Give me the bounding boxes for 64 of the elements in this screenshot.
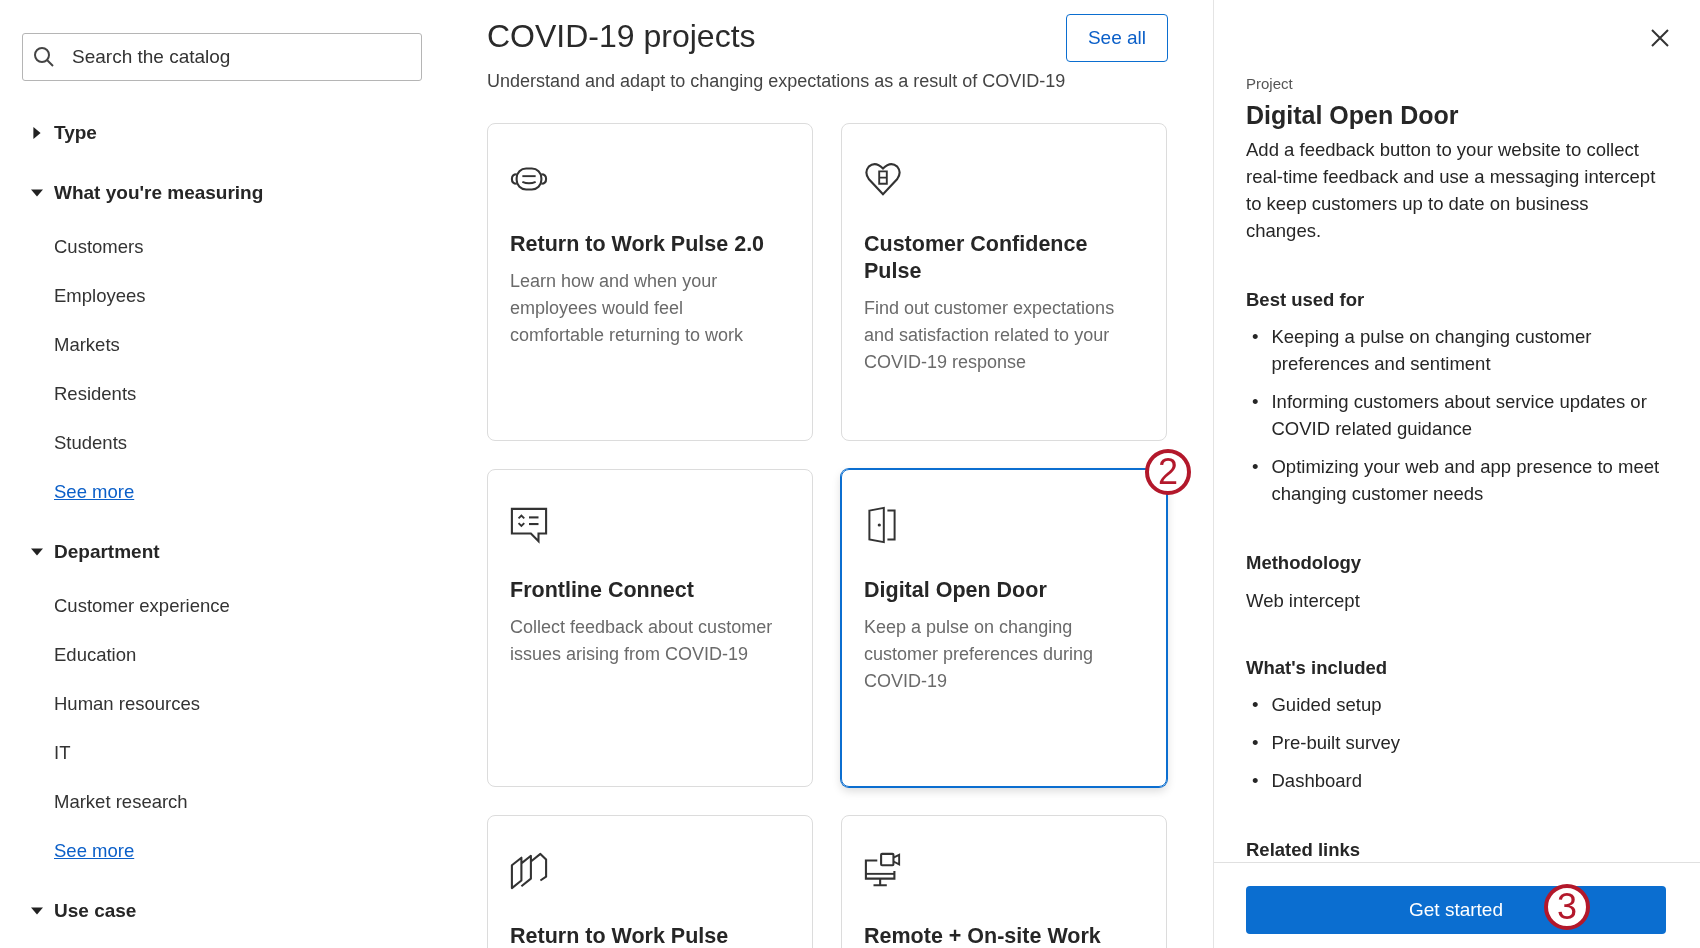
caret-icon bbox=[31, 904, 43, 917]
card-description: Collect feedback about customer issues arising from COVID-19 bbox=[510, 616, 774, 666]
project-card[interactable]: Remote + On-site Work bbox=[841, 815, 1167, 948]
filter-option[interactable]: Residents bbox=[22, 369, 440, 418]
card-description: Find out customer expectations and satisfaction related to your COVID-19 response bbox=[864, 297, 1116, 374]
filter-option[interactable]: Students bbox=[22, 418, 440, 467]
bullet: • bbox=[1252, 731, 1259, 755]
panel-title: Digital Open Door bbox=[1246, 101, 1460, 130]
bullet: • bbox=[1252, 693, 1259, 717]
filter-option[interactable]: Customer experience bbox=[22, 581, 440, 630]
caret-icon bbox=[31, 545, 43, 558]
see-all-button[interactable]: See all bbox=[1066, 14, 1168, 62]
filter-header[interactable]: Type bbox=[22, 108, 97, 157]
list-item: Informing customers about service updates or COVID related guidance bbox=[1271, 390, 1648, 441]
step-marker: 2 bbox=[1145, 449, 1191, 495]
card-description: Learn how and when your employees would feel comfortable returning to work bbox=[510, 270, 745, 347]
bullet: • bbox=[1252, 390, 1259, 414]
panel-description: Add a feedback button to your website to collect real-time feedback and use a messaging intercept to keep customers up to date on business changes. bbox=[1246, 138, 1657, 243]
list-item: Guided setup bbox=[1271, 693, 1382, 717]
list-item: Keeping a pulse on changing customer preferences and sentiment bbox=[1271, 325, 1593, 376]
card-title: Digital Open Door bbox=[864, 577, 1048, 604]
section-heading: What's included bbox=[1246, 657, 1389, 679]
see-more-link[interactable]: See more bbox=[22, 826, 135, 875]
caret-icon bbox=[31, 186, 43, 199]
section-heading: Methodology bbox=[1246, 552, 1363, 574]
close-icon[interactable] bbox=[1650, 28, 1670, 48]
project-card[interactable]: Return to Work Pulse 2.0 Learn how and when your employees would feel comfortable returning to work bbox=[487, 123, 813, 441]
project-card[interactable]: Return to Work Pulse bbox=[487, 815, 813, 948]
search-field[interactable]: Search the catalog bbox=[22, 33, 422, 81]
section-text: Web intercept bbox=[1246, 590, 1361, 612]
list-item: Pre-built survey bbox=[1271, 731, 1400, 755]
chat-form-icon bbox=[510, 506, 548, 544]
bullet: • bbox=[1252, 769, 1259, 793]
card-title: Remote + On-site Work bbox=[864, 923, 1102, 948]
layers-icon bbox=[510, 852, 548, 890]
filter-option[interactable]: Markets bbox=[22, 320, 440, 369]
filter-option[interactable]: Employees bbox=[22, 271, 440, 320]
card-description: Keep a pulse on changing customer preferences during COVID-19 bbox=[864, 616, 1095, 693]
filter-header[interactable]: What you're measuring bbox=[22, 168, 264, 217]
card-title: Return to Work Pulse 2.0 bbox=[510, 231, 766, 258]
filter-header[interactable]: Use case bbox=[22, 886, 137, 935]
project-card[interactable]: Frontline Connect Collect feedback about customer issues arising from COVID-19 bbox=[487, 469, 813, 787]
filter-header[interactable]: Department bbox=[22, 527, 160, 576]
heart-icon bbox=[864, 160, 902, 198]
list-item: Dashboard bbox=[1271, 769, 1362, 793]
card-title: Frontline Connect bbox=[510, 577, 695, 604]
section-subtitle: Understand and adapt to changing expectations as a result of COVID-19 bbox=[487, 71, 1066, 92]
see-more-link[interactable]: See more bbox=[22, 467, 135, 516]
project-card[interactable]: Customer Confidence Pulse Find out customer expectations and satisfaction related to your COVID-19 response bbox=[841, 123, 1167, 441]
card-title: Return to Work Pulse bbox=[510, 923, 730, 948]
section-heading: Related links bbox=[1246, 839, 1362, 861]
bullet: • bbox=[1252, 325, 1259, 349]
section-heading: Best used for bbox=[1246, 289, 1366, 311]
filter-option[interactable]: Education bbox=[22, 630, 440, 679]
filter-option[interactable]: IT bbox=[22, 728, 440, 777]
caret-icon bbox=[31, 126, 43, 139]
panel-eyebrow: Project bbox=[1246, 75, 1294, 92]
filter-option[interactable]: Customers bbox=[22, 222, 440, 271]
filter-option[interactable]: Market research bbox=[22, 777, 440, 826]
section-title: COVID-19 projects bbox=[487, 18, 757, 55]
card-title: Customer Confidence Pulse bbox=[864, 231, 1089, 285]
filter-option[interactable]: Human resources bbox=[22, 679, 440, 728]
bullet: • bbox=[1252, 455, 1259, 479]
list-item: Optimizing your web and app presence to meet changing customer needs bbox=[1271, 455, 1661, 506]
